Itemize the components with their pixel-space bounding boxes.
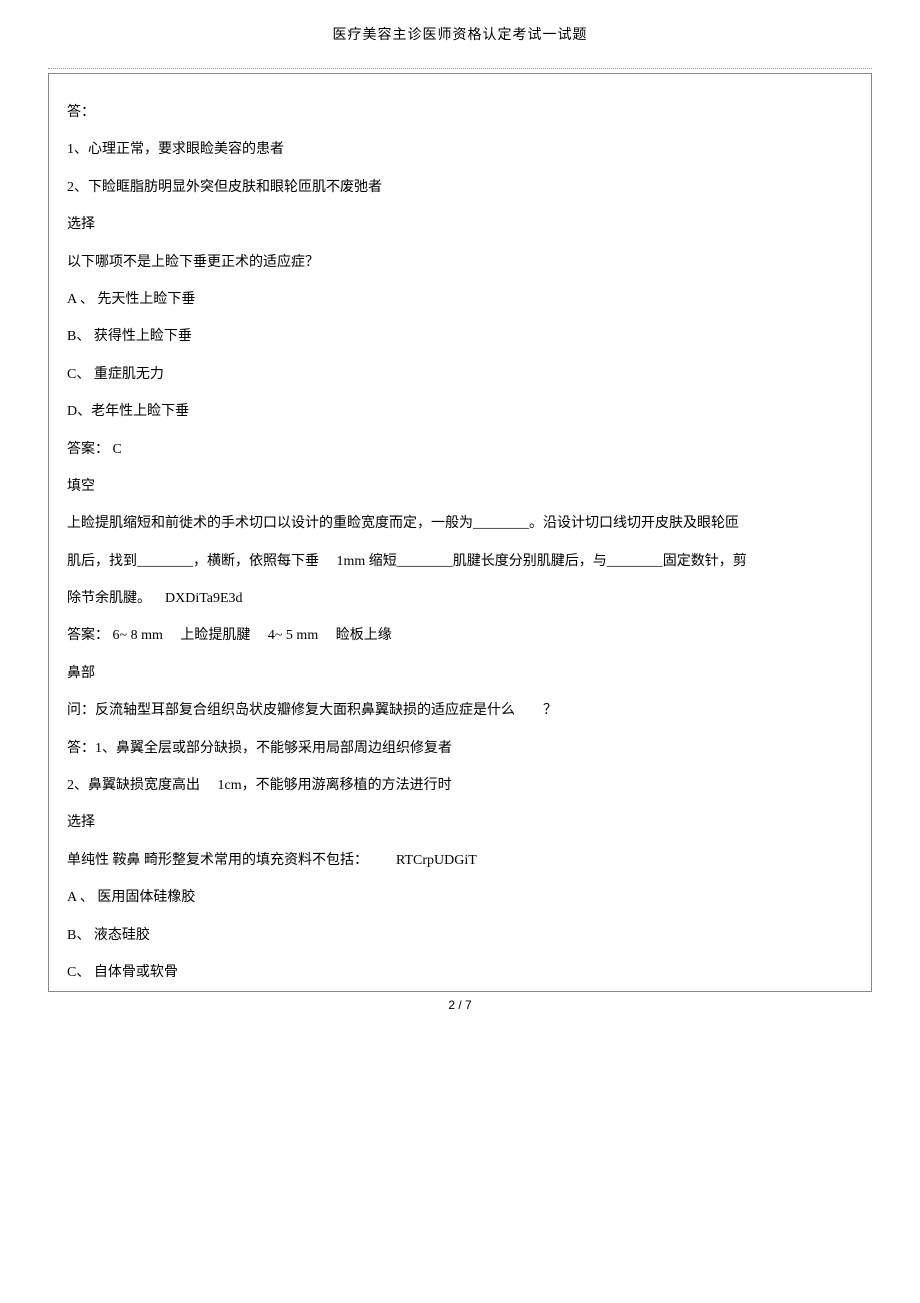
nose-question: 问：反流轴型耳部复合组织岛状皮瓣修复大面积鼻翼缺损的适应症是什么 ？: [67, 692, 853, 729]
answer-item-2: 2、下睑眶脂肪明显外突但皮肤和眼轮匝肌不废弛者: [67, 169, 853, 206]
answer-item-1: 1、心理正常，要求眼睑美容的患者: [67, 131, 853, 168]
section-choose: 选择: [67, 206, 853, 243]
q2-option-c: C、 自体骨或软骨: [67, 954, 853, 991]
content-box: 答： 1、心理正常，要求眼睑美容的患者 2、下睑眶脂肪明显外突但皮肤和眼轮匝肌不…: [48, 73, 872, 992]
section-nose: 鼻部: [67, 655, 853, 692]
q2-option-a: A 、 医用固体硅橡胶: [67, 879, 853, 916]
q1-option-d: D、老年性上睑下垂: [67, 393, 853, 430]
nose-answer-1: 答：1、鼻翼全层或部分缺损，不能够采用局部周边组织修复者: [67, 730, 853, 767]
q1-option-c: C、 重症肌无力: [67, 356, 853, 393]
answer-label: 答：: [67, 94, 853, 131]
fill-line-2: 肌后，找到________，横断，依照每下垂 1mm 缩短________肌腱长…: [67, 543, 853, 580]
nose-answer-2: 2、鼻翼缺损宽度高出 1cm，不能够用游离移植的方法进行时: [67, 767, 853, 804]
q1-answer: 答案： C: [67, 431, 853, 468]
divider-top: [48, 68, 872, 69]
q1-option-b: B、 获得性上睑下垂: [67, 318, 853, 355]
q1-option-a: A 、 先天性上睑下垂: [67, 281, 853, 318]
page-footer: 2 / 7: [0, 992, 920, 1024]
section-choose-2: 选择: [67, 804, 853, 841]
q2-option-b: B、 液态硅胶: [67, 917, 853, 954]
section-fill: 填空: [67, 468, 853, 505]
question-2: 单纯性 鞍鼻 畸形整复术常用的填充资料不包括： RTCrpUDGiT: [67, 842, 853, 879]
question-1: 以下哪项不是上睑下垂更正术的适应症？: [67, 244, 853, 281]
fill-line-1: 上睑提肌缩短和前徙术的手术切口以设计的重睑宽度而定，一般为________。沿设…: [67, 505, 853, 542]
page-header: 医疗美容主诊医师资格认定考试一试题: [0, 0, 920, 68]
fill-line-3: 除节余肌腱。 DXDiTa9E3d: [67, 580, 853, 617]
fill-answer: 答案： 6~ 8 mm 上睑提肌腱 4~ 5 mm 睑板上缘: [67, 617, 853, 654]
